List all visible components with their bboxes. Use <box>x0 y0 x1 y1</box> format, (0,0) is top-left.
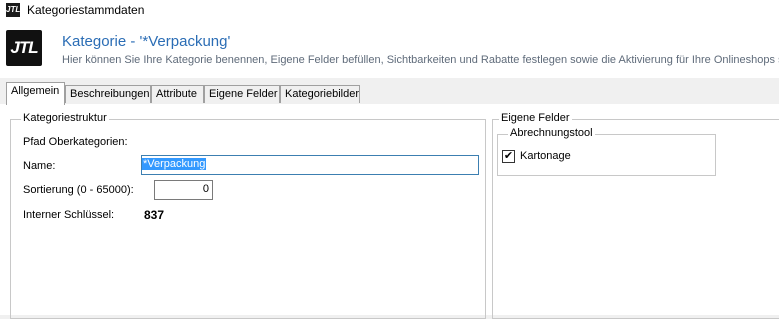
eigene-felder-group: Eigene Felder Abrechnungstool ✔ Kartonag… <box>492 112 779 319</box>
interner-schluessel-value: 837 <box>144 208 165 222</box>
sortierung-label: Sortierung (0 - 65000): <box>23 184 134 196</box>
kategoriestruktur-group: Kategoriestruktur Pfad Oberkategorien: N… <box>10 112 486 319</box>
tab-content-allgemein: Kategoriestruktur Pfad Oberkategorien: N… <box>0 104 779 319</box>
jtl-logo: JTL <box>6 30 42 66</box>
kartonage-checkbox[interactable]: ✔ <box>502 150 515 163</box>
tab-eigene-felder[interactable]: Eigene Felder <box>204 85 280 103</box>
sortierung-input[interactable]: 0 <box>154 180 213 200</box>
pfad-oberkategorien-label: Pfad Oberkategorien: <box>23 136 128 148</box>
kartonage-label: Kartonage <box>520 150 571 162</box>
app-logo-icon: JTL <box>6 3 20 17</box>
name-label: Name: <box>23 160 56 172</box>
page-header: JTL Kategorie - '*Verpackung' Hier könne… <box>0 20 779 78</box>
tab-attribute[interactable]: Attribute <box>151 85 204 103</box>
name-input[interactable]: *Verpackung <box>141 155 479 175</box>
page-subtitle: Hier können Sie Ihre Kategorie benennen,… <box>62 54 779 66</box>
abrechnungstool-group-label: Abrechnungstool <box>508 127 595 139</box>
window-titlebar: JTL Kategoriestammdaten <box>0 0 779 20</box>
tab-beschreibungen[interactable]: Beschreibungen <box>65 85 151 103</box>
name-input-value: *Verpackung <box>142 158 207 170</box>
window-title: Kategoriestammdaten <box>27 3 145 17</box>
tab-strip: Allgemein Beschreibungen Attribute Eigen… <box>0 82 779 105</box>
eigene-felder-group-label: Eigene Felder <box>499 112 572 124</box>
page-title: Kategorie - '*Verpackung' <box>62 33 231 50</box>
interner-schluessel-label: Interner Schlüssel: <box>23 209 115 221</box>
abrechnungstool-group: Abrechnungstool ✔ Kartonage <box>497 127 716 176</box>
kategoriestruktur-group-label: Kategoriestruktur <box>21 112 109 124</box>
tab-allgemein[interactable]: Allgemein <box>6 82 65 105</box>
tab-kategoriebilder[interactable]: Kategoriebilder <box>280 85 360 103</box>
